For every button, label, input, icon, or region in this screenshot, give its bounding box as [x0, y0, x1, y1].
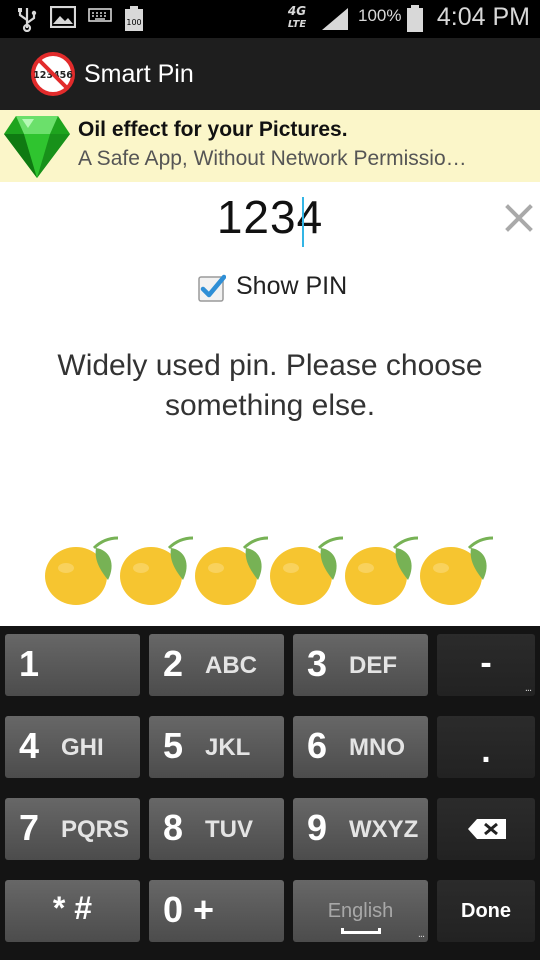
- key-letters: MNO: [349, 734, 405, 761]
- svg-text:LTE: LTE: [288, 19, 307, 30]
- green-gem-icon: [4, 116, 70, 178]
- no-pin-icon[interactable]: 123456: [30, 51, 76, 97]
- key-label: -: [480, 644, 492, 682]
- battery-full-small-icon: 100: [125, 6, 143, 31]
- signal-icon: [322, 8, 348, 30]
- ad-title: Oil effect for your Pictures.: [78, 118, 348, 141]
- key-letters: DEF: [349, 652, 397, 679]
- key-3[interactable]: 3 DEF: [293, 634, 428, 696]
- image-icon: [50, 6, 76, 28]
- key-8[interactable]: 8 TUV: [149, 798, 284, 860]
- ad-banner[interactable]: Oil effect for your Pictures. A Safe App…: [0, 110, 540, 182]
- checkbox-checked-icon[interactable]: [198, 274, 226, 302]
- text-cursor: [302, 197, 304, 247]
- done-key[interactable]: Done: [437, 880, 535, 942]
- svg-text:4G: 4G: [287, 4, 306, 18]
- key-letters: GHI: [61, 734, 104, 761]
- backspace-icon: [468, 819, 506, 839]
- key-digit: 4: [19, 725, 40, 766]
- key-label: 0 +: [163, 889, 215, 930]
- lemon-icon: [345, 536, 419, 605]
- language-label: English: [327, 900, 394, 922]
- svg-text:100: 100: [126, 18, 141, 27]
- more-dots-icon: ...: [524, 682, 532, 694]
- key-digit: 9: [307, 807, 328, 848]
- lemon-icon: [195, 536, 269, 605]
- status-bar: 100 4G LTE 100% 4:04 PM: [0, 0, 540, 38]
- key-letters: WXYZ: [349, 816, 419, 843]
- backspace-key[interactable]: [437, 798, 535, 860]
- show-pin-label: Show PIN: [236, 272, 348, 300]
- more-dots-icon: ...: [417, 928, 425, 940]
- key-9[interactable]: 9 WXYZ: [293, 798, 428, 860]
- symbols-key[interactable]: * #: [5, 880, 140, 942]
- key-7[interactable]: 7 PQRS: [5, 798, 140, 860]
- key-digit: 5: [163, 725, 184, 766]
- lemon-rating: [44, 534, 504, 610]
- key-digit: 1: [19, 643, 40, 684]
- key-label: .: [481, 732, 491, 770]
- lte-icon: 4G LTE: [287, 4, 307, 30]
- pin-warning-message: Widely used pin. Please choose something…: [57, 349, 483, 422]
- key-1[interactable]: 1: [5, 634, 140, 696]
- key-6[interactable]: 6 MNO: [293, 716, 428, 778]
- lemon-icon: [270, 536, 344, 605]
- key-digit: 6: [307, 725, 328, 766]
- key-2[interactable]: 2 ABC: [149, 634, 284, 696]
- pin-input[interactable]: 1234: [0, 190, 540, 244]
- lemon-icon: [45, 536, 119, 605]
- key-digit: 7: [19, 807, 40, 848]
- key-letters: JKL: [205, 734, 251, 761]
- key-letters: PQRS: [61, 816, 130, 843]
- usb-icon: [18, 8, 37, 32]
- dash-key[interactable]: ... -: [437, 634, 535, 696]
- action-bar: 123456 Smart Pin: [0, 38, 540, 110]
- battery-icon: [407, 5, 423, 32]
- app-title: Smart Pin: [84, 60, 194, 88]
- space-bar-icon: [341, 928, 381, 934]
- lemon-icon: [420, 536, 494, 605]
- key-letters: TUV: [205, 816, 253, 843]
- key-0[interactable]: 0 +: [149, 880, 284, 942]
- close-icon[interactable]: [504, 203, 534, 233]
- clock: 4:04 PM: [436, 3, 530, 31]
- numeric-keyboard: 1 2 ABC 3 DEF... - 4 GHI 5 JKL 6 MNO. 7 PQRS 8 TUV 9 WXYZ…: [0, 626, 540, 960]
- battery-percent: 100%: [358, 6, 402, 25]
- key-letters: ABC: [205, 652, 257, 679]
- lemon-icon: [120, 536, 194, 605]
- space-key[interactable]: ... English: [293, 880, 428, 942]
- period-key[interactable]: .: [437, 716, 535, 778]
- ad-subtitle: A Safe App, Without Network Permissio…: [78, 147, 467, 170]
- key-digit: 3: [307, 643, 328, 684]
- key-4[interactable]: 4 GHI: [5, 716, 140, 778]
- key-digit: 8: [163, 807, 184, 848]
- key-label: Done: [461, 900, 511, 922]
- key-5[interactable]: 5 JKL: [149, 716, 284, 778]
- key-label: * #: [52, 890, 93, 926]
- keyboard-icon: [88, 8, 112, 22]
- key-digit: 2: [163, 643, 184, 684]
